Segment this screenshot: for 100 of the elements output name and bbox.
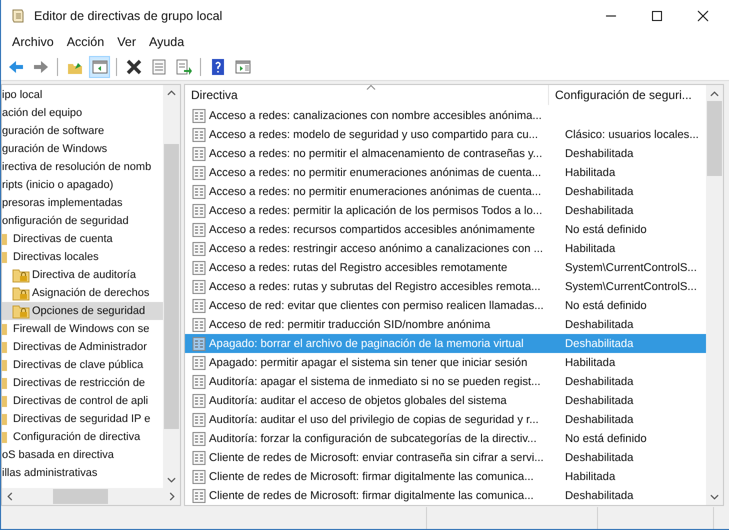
scroll-left-icon[interactable]	[7, 492, 13, 501]
table-row[interactable]: Acceso a redes: recursos compartidos accesibles anónimamente No está definido	[185, 220, 706, 239]
table-row[interactable]: Auditoría: auditar el acceso de objetos globales del sistema Deshabilitada	[185, 391, 706, 410]
security-setting: Deshabilitada	[564, 338, 634, 350]
tree-item[interactable]: Asignación de derechos	[2, 284, 163, 302]
table-row[interactable]: Acceso a redes: rutas del Registro accesibles remotamente System\CurrentControlS...	[185, 258, 706, 277]
table-row[interactable]: Cliente de redes de Microsoft: enviar contraseña sin cifrar a servi... Deshabilitada	[185, 448, 706, 467]
menu-item[interactable]: Ayuda	[148, 35, 184, 49]
scrollbar-thumb[interactable]	[707, 101, 722, 176]
table-row[interactable]: Acceso a redes: permitir la aplicación de los permisos Todos a lo... Deshabilitada	[185, 201, 706, 220]
column-header[interactable]: Configuración de seguri...	[549, 88, 692, 102]
table-row[interactable]: Acceso a redes: no permitir el almacenamiento de contraseñas y... Deshabilitada	[185, 144, 706, 163]
policy-name: Apagado: borrar el archivo de paginación de la memoria virtual	[209, 338, 525, 350]
policy-icon	[191, 126, 207, 142]
tree-item[interactable]: Firewall de Windows con se	[2, 320, 163, 338]
table-row[interactable]: Acceso a redes: canalizaciones con nombre accesibles anónima...	[185, 106, 706, 125]
table-row[interactable]: Acceso de red: evitar que clientes con permiso realicen llamadas... No está definido	[185, 296, 706, 315]
policy-name: Acceso a redes: permitir la aplicación de los permisos Todos a lo...	[209, 204, 544, 216]
tree-item[interactable]: Configuración de directiva	[2, 428, 163, 446]
column-header[interactable]: Directiva	[185, 85, 549, 105]
policy-icon	[191, 336, 207, 352]
menu-item[interactable]: Acción	[66, 35, 104, 49]
table-row[interactable]: Cliente de redes de Microsoft: firmar digitalmente las comunica... Deshabilitada	[185, 486, 706, 505]
tree-item[interactable]: Directiva de auditoría	[2, 266, 163, 284]
tree-item[interactable]: Opciones de seguridad	[2, 302, 163, 320]
scroll-down-icon[interactable]	[710, 494, 719, 500]
horizontal-scrollbar[interactable]	[2, 488, 180, 505]
tree-item[interactable]: ación del equipo	[2, 104, 163, 122]
folder-icon	[2, 429, 7, 445]
table-row[interactable]: Acceso a redes: restringir acceso anónimo a canalizaciones con ... Habilitada	[185, 239, 706, 258]
policy-icon	[191, 146, 207, 162]
policy-icon	[191, 412, 207, 428]
table-row[interactable]: Auditoría: apagar el sistema de inmediato si no se pueden regist... Deshabilitada	[185, 372, 706, 391]
tree-item[interactable]: Directivas de seguridad IP e	[2, 410, 163, 428]
security-setting: Deshabilitada	[564, 490, 634, 502]
scroll-up-icon[interactable]	[710, 91, 719, 97]
policy-name: Acceso a redes: no permitir enumeraciones anónimas de cuenta...	[209, 166, 542, 178]
tree-item[interactable]: Directivas locales	[2, 248, 163, 266]
security-setting: Deshabilitada	[564, 394, 634, 406]
policy-icon	[191, 184, 207, 200]
security-setting: Habilitada	[564, 356, 616, 368]
policy-name: Acceso de red: permitir traducción SID/nombre anónima	[209, 318, 492, 330]
policy-icon	[191, 430, 207, 446]
scroll-down-icon[interactable]	[167, 477, 176, 483]
tree-item[interactable]: onfiguración de seguridad	[2, 212, 163, 230]
tree-item[interactable]: oS basada en directiva	[2, 446, 163, 464]
table-row[interactable]: Acceso a redes: rutas y subrutas del Registro accesibles remota... System\CurrentControlS...	[185, 277, 706, 296]
table-row[interactable]: Cliente de redes de Microsoft: firmar digitalmente las comunica... Habilitada	[185, 467, 706, 486]
policy-name: Apagado: permitir apagar el sistema sin tener que iniciar sesión	[209, 356, 528, 368]
scrollbar[interactable]	[706, 85, 723, 505]
table-row[interactable]: Acceso a redes: modelo de seguridad y uso compartido para cu... Clásico: usuarios locales...	[185, 125, 706, 144]
menu-item[interactable]: Ver	[117, 35, 136, 49]
policy-name: Cliente de redes de Microsoft: firmar digitalmente las comunica...	[209, 490, 535, 502]
tree-item[interactable]: illas administrativas	[2, 464, 163, 482]
tree-item[interactable]: Directivas de restricción de	[2, 374, 163, 392]
table-row[interactable]: Acceso a redes: no permitir enumeraciones anónimas de cuenta... Habilitada	[185, 163, 706, 182]
table-row[interactable]: Auditoría: forzar la configuración de subcategorías de la directiv... No está definido	[185, 429, 706, 448]
folder-icon	[2, 393, 7, 409]
folder-icon	[2, 231, 7, 247]
scrollbar-thumb[interactable]	[164, 144, 179, 429]
tree-item[interactable]: Directivas de clave pública	[2, 356, 163, 374]
maximize-icon[interactable]	[651, 10, 663, 22]
policy-icon	[191, 260, 207, 276]
locked-folder-icon	[12, 303, 30, 319]
tree-item[interactable]: Directivas de cuenta	[2, 230, 163, 248]
policy-icon	[191, 488, 207, 504]
tree-item[interactable]: ripts (inicio o apagado)	[2, 176, 163, 194]
tree-item[interactable]: ipo local	[2, 86, 163, 104]
policy-name: Acceso a redes: no permitir el almacenamiento de contraseñas y...	[209, 148, 544, 160]
menu-item[interactable]: Archivo	[12, 35, 54, 49]
scroll-up-icon[interactable]	[167, 90, 176, 96]
policy-icon	[191, 108, 207, 124]
policy-icon	[191, 316, 207, 332]
policy-name: Acceso a redes: recursos compartidos accesibles anónimamente	[209, 224, 536, 236]
scrollbar[interactable]	[163, 85, 180, 488]
folder-icon	[2, 321, 7, 337]
policy-icon	[191, 450, 207, 466]
table-row[interactable]: Acceso a redes: no permitir enumeraciones anónimas de cuenta... Deshabilitada	[185, 182, 706, 201]
scrollbar-thumb[interactable]	[53, 489, 108, 504]
table-row[interactable]: Auditoría: auditar el uso del privilegio de copias de seguridad y r... Deshabilitada	[185, 410, 706, 429]
policy-name: Acceso a redes: rutas y subrutas del Registro accesibles remota...	[209, 280, 542, 292]
tree-item[interactable]: guración de software	[2, 122, 163, 140]
tree-item[interactable]: irectiva de resolución de nomb	[2, 158, 163, 176]
policy-name: Acceso de red: evitar que clientes con permiso realicen llamadas...	[209, 300, 545, 312]
tree-item[interactable]: Directivas de control de apli	[2, 392, 163, 410]
policy-name: Auditoría: apagar el sistema de inmediato si no se pueden regist...	[209, 376, 542, 388]
scroll-right-icon[interactable]	[169, 492, 175, 501]
folder-icon	[2, 339, 7, 355]
tree-item[interactable]: presoras implementadas	[2, 194, 163, 212]
policy-name: Auditoría: auditar el acceso de objetos globales del sistema	[209, 394, 508, 406]
security-setting: Clásico: usuarios locales...	[564, 128, 699, 140]
tree-item[interactable]: guración de Windows	[2, 140, 163, 158]
folder-icon	[2, 249, 7, 265]
table-row[interactable]: Apagado: permitir apagar el sistema sin tener que iniciar sesión Habilitada	[185, 353, 706, 372]
close-icon[interactable]	[697, 10, 709, 22]
security-setting: Deshabilitada	[564, 148, 634, 160]
policy-name: Acceso a redes: no permitir enumeraciones anónimas de cuenta...	[209, 186, 542, 198]
tree-item[interactable]: Directivas de Administrador	[2, 338, 163, 356]
table-row[interactable]: Acceso de red: permitir traducción SID/nombre anónima Deshabilitada	[185, 315, 706, 334]
console-tree-icon[interactable]	[89, 56, 110, 78]
